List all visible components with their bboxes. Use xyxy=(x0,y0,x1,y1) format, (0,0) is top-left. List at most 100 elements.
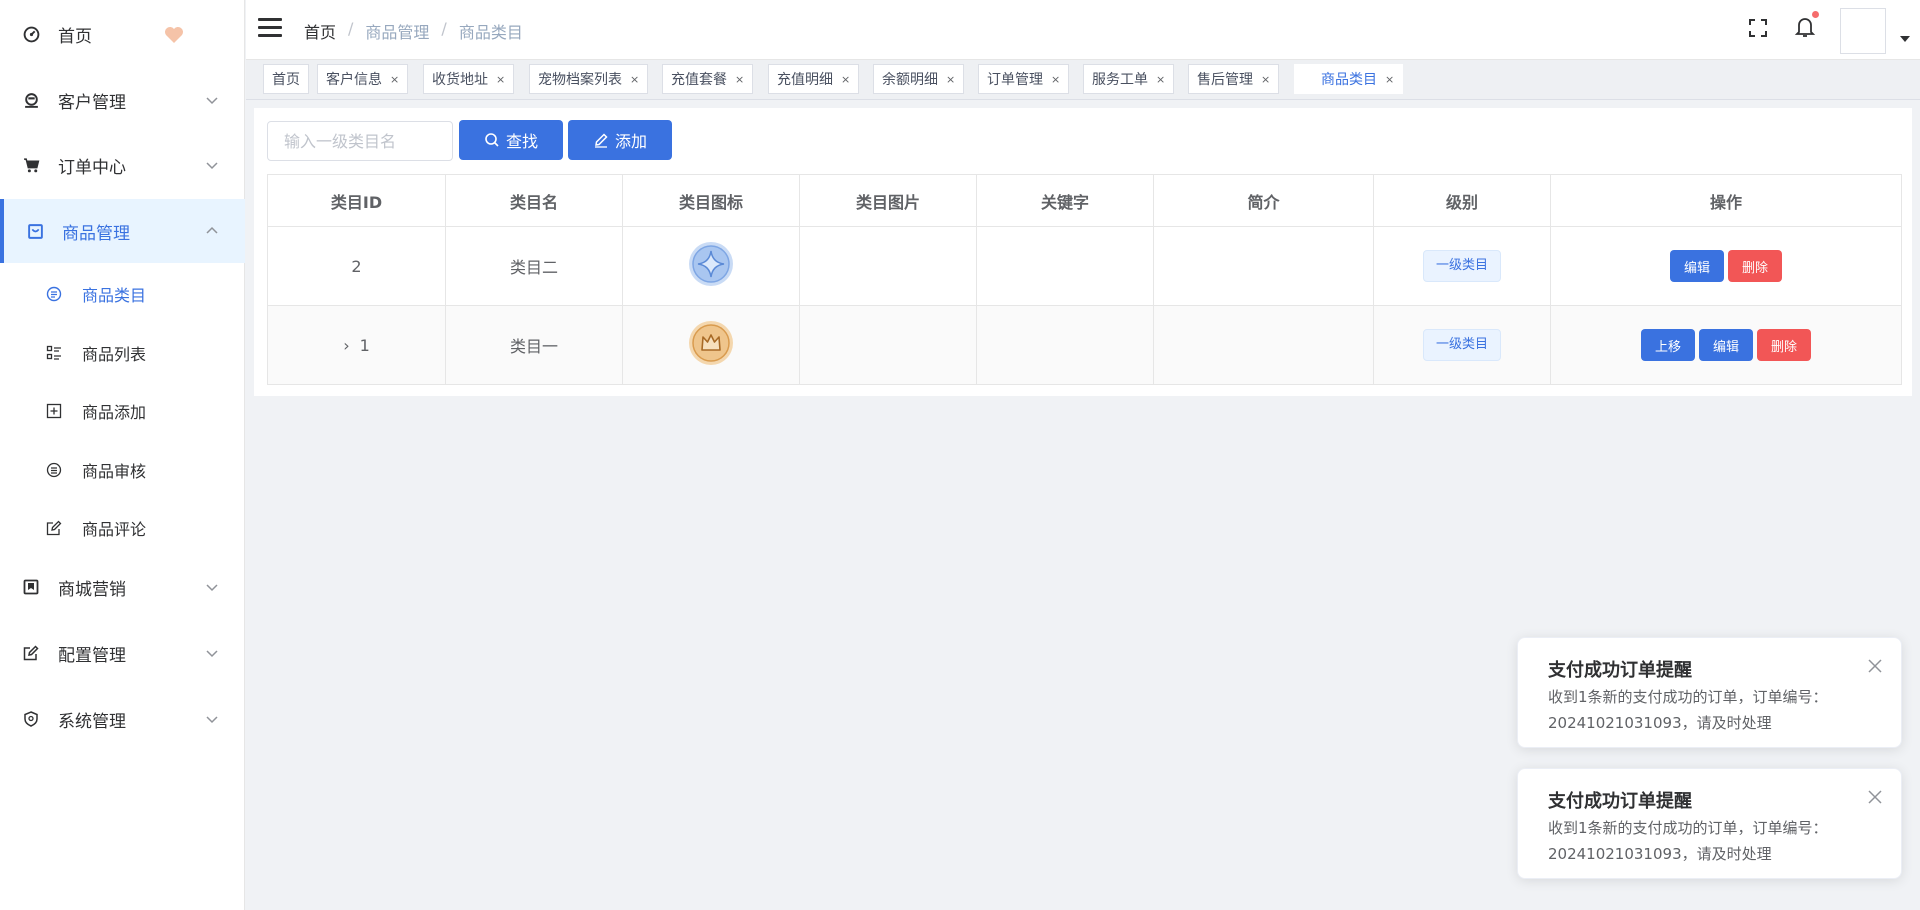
delete-button[interactable]: 删除 xyxy=(1757,329,1812,361)
tag-label: 余额明细 xyxy=(882,72,938,88)
list-icon xyxy=(46,345,62,361)
notification-toast: 支付成功订单提醒 收到1条新的支付成功的订单，订单编号：202410210310… xyxy=(1517,637,1902,748)
dashboard-icon xyxy=(22,25,40,43)
cell-ops: 上移 编辑 删除 xyxy=(1550,305,1902,385)
breadcrumb: 首页 / 商品管理 / 商品类目 xyxy=(304,19,523,43)
sidebar-subitem-label: 商品评论 xyxy=(82,520,147,539)
customer-icon xyxy=(22,91,40,109)
breadcrumb-category: 商品类目 xyxy=(458,23,523,42)
tag-label: 收货地址 xyxy=(432,72,488,88)
sidebar-item-label: 商城营销 xyxy=(58,579,126,600)
notification-toast: 支付成功订单提醒 收到1条新的支付成功的订单，订单编号：202410210310… xyxy=(1517,768,1902,879)
column-header: 级别 xyxy=(1373,174,1551,227)
close-icon[interactable]: × xyxy=(1156,73,1165,86)
cell-ops: 编辑 删除 xyxy=(1550,226,1902,306)
sidebar-item-config[interactable]: 配置管理 xyxy=(0,622,245,684)
edit-button[interactable]: 编辑 xyxy=(1669,250,1724,282)
shield-icon xyxy=(22,710,40,728)
add-button-label: 添加 xyxy=(614,132,647,151)
sidebar-subitem-product-add[interactable]: 商品添加 xyxy=(0,383,245,439)
sidebar: 首页 客户管理 订单中心 商品管理 商品类目 商品列表 商品添加 商品审核 商品… xyxy=(0,0,245,910)
category-table: 类目ID 类目名 类目图标 类目图片 关键字 简介 级别 操作 2 类目二 一级… xyxy=(267,174,1902,385)
content-card: 查找 添加 类目ID 类目名 类目图标 类目图片 关键字 简介 级别 操作 2 xyxy=(254,108,1912,396)
close-icon[interactable]: × xyxy=(390,73,399,86)
comment-edit-icon xyxy=(46,520,62,536)
level-tag: 一级类目 xyxy=(1422,250,1501,282)
tag-product-category[interactable]: 商品类目 × xyxy=(1294,64,1404,94)
close-icon[interactable]: × xyxy=(735,73,744,86)
notification-bell[interactable] xyxy=(1793,11,1819,41)
delete-button[interactable]: 删除 xyxy=(1728,250,1783,282)
sidebar-item-home[interactable]: 首页 xyxy=(0,3,245,65)
sidebar-item-marketing[interactable]: 商城营销 xyxy=(0,556,245,618)
cell-id: › 1 xyxy=(267,305,446,385)
tag-customer-info[interactable]: 客户信息 × xyxy=(317,64,409,94)
sidebar-item-system[interactable]: 系统管理 xyxy=(0,688,245,750)
sidebar-subitem-product-list[interactable]: 商品列表 xyxy=(0,325,245,381)
close-icon[interactable]: × xyxy=(496,73,505,86)
breadcrumb-products: 商品管理 xyxy=(365,23,430,42)
tag-pet-records[interactable]: 宠物档案列表 × xyxy=(529,64,649,94)
tag-label: 订单管理 xyxy=(987,72,1043,88)
sidebar-item-products[interactable]: 商品管理 xyxy=(0,199,245,263)
close-icon[interactable]: × xyxy=(1385,73,1394,86)
tag-after-sales[interactable]: 售后管理 × xyxy=(1188,64,1280,94)
breadcrumb-separator: / xyxy=(348,19,354,38)
cell-image xyxy=(799,305,977,385)
caret-down-icon[interactable] xyxy=(1900,36,1910,42)
tag-recharge-packages[interactable]: 充值套餐 × xyxy=(662,64,754,94)
sidebar-item-orders[interactable]: 订单中心 xyxy=(0,134,245,196)
close-icon[interactable] xyxy=(1867,789,1883,805)
cell-id: 2 xyxy=(267,226,446,306)
cell-id-value: 1 xyxy=(359,335,370,355)
list-circle-icon xyxy=(46,286,62,302)
tag-shipping-address[interactable]: 收货地址 × xyxy=(423,64,515,94)
column-header: 操作 xyxy=(1550,174,1902,227)
tag-recharge-details[interactable]: 充值明细 × xyxy=(768,64,860,94)
add-button[interactable]: 添加 xyxy=(568,120,672,160)
chevron-up-icon xyxy=(206,226,218,234)
cell-intro xyxy=(1153,226,1374,306)
chevron-down-icon xyxy=(206,716,218,724)
tag-home[interactable]: 首页 xyxy=(263,64,309,94)
chevron-right-icon[interactable]: › xyxy=(343,336,349,355)
marketing-icon xyxy=(22,578,40,596)
tag-service-tickets[interactable]: 服务工单 × xyxy=(1083,64,1175,94)
fullscreen-icon[interactable] xyxy=(1746,16,1770,40)
chevron-down-icon xyxy=(206,650,218,658)
tag-order-management[interactable]: 订单管理 × xyxy=(978,64,1070,94)
column-header: 类目图标 xyxy=(622,174,800,227)
sidebar-item-label: 商品管理 xyxy=(62,223,130,244)
hamburger-icon[interactable] xyxy=(258,18,282,40)
sidebar-subitem-label: 商品审核 xyxy=(82,462,147,481)
close-icon[interactable] xyxy=(1867,658,1883,674)
cell-name: 类目二 xyxy=(445,226,623,306)
search-input[interactable] xyxy=(267,121,453,161)
notification-title: 支付成功订单提醒 xyxy=(1548,791,1692,812)
close-icon[interactable]: × xyxy=(630,73,639,86)
tag-balance-details[interactable]: 余额明细 × xyxy=(873,64,965,94)
tag-label: 客户信息 xyxy=(326,72,382,88)
chevron-down-icon xyxy=(206,584,218,592)
edit-button[interactable]: 编辑 xyxy=(1698,329,1753,361)
search-icon xyxy=(485,133,499,147)
bell-icon xyxy=(1794,18,1816,37)
close-icon[interactable]: × xyxy=(946,73,955,86)
close-icon[interactable]: × xyxy=(841,73,850,86)
move-up-button[interactable]: 上移 xyxy=(1640,329,1695,361)
avatar[interactable] xyxy=(1840,8,1886,54)
cell-icon xyxy=(622,226,800,306)
close-icon[interactable]: × xyxy=(1261,73,1270,86)
table-row: › 1 类目一 一级类目 上移 编辑 删除 xyxy=(267,305,1902,385)
sidebar-subitem-product-audit[interactable]: 商品审核 xyxy=(0,442,245,498)
breadcrumb-home[interactable]: 首页 xyxy=(304,19,336,43)
sidebar-item-customers[interactable]: 客户管理 xyxy=(0,69,245,131)
sidebar-subitem-product-comments[interactable]: 商品评论 xyxy=(0,500,245,556)
search-button[interactable]: 查找 xyxy=(459,120,563,160)
cell-intro xyxy=(1153,305,1374,385)
sidebar-item-label: 首页 xyxy=(58,26,92,47)
close-icon[interactable]: × xyxy=(1051,73,1060,86)
column-header: 简介 xyxy=(1153,174,1374,227)
sidebar-item-label: 订单中心 xyxy=(58,157,126,178)
sidebar-subitem-category[interactable]: 商品类目 xyxy=(0,266,245,322)
